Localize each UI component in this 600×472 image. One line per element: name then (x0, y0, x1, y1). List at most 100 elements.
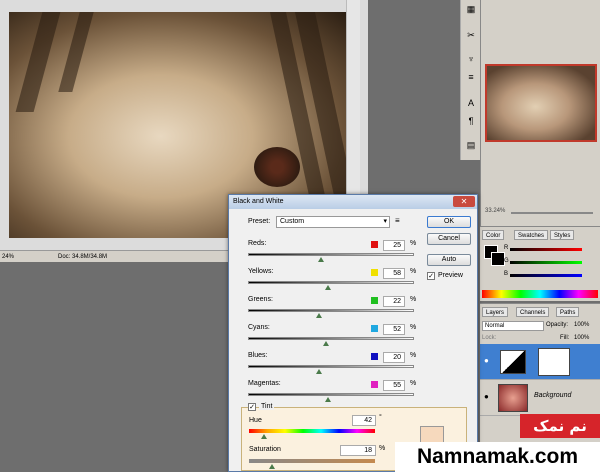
channel-value-input[interactable]: 25 (383, 240, 405, 251)
navigator-panel: 33.24% (480, 0, 600, 226)
red-slider[interactable] (510, 248, 582, 251)
preset-options-icon[interactable]: ≡ (395, 216, 400, 225)
saturation-value[interactable]: 18 (340, 445, 376, 456)
history-icon[interactable]: ▦ (464, 2, 478, 16)
channel-g-label: G (504, 258, 509, 264)
watermark-site-name: Namnamak.com (395, 442, 600, 472)
eye-icon[interactable]: ● (484, 356, 489, 365)
channel-slider[interactable] (248, 281, 414, 284)
channel-color-swatch (371, 353, 378, 360)
adjustment-layer-icon (500, 350, 526, 374)
channel-label: Greens: (248, 296, 273, 303)
channel-color-swatch (371, 325, 378, 332)
channel-color-swatch (371, 269, 378, 276)
fill-label: Fill: (560, 335, 570, 341)
channel-percent: % (410, 296, 417, 303)
hue-label: Hue (249, 417, 262, 424)
channel-percent: % (410, 268, 417, 275)
channel-slider-thumb[interactable] (324, 397, 331, 402)
channel-label: Cyans: (248, 324, 270, 331)
preview-checkbox[interactable]: ✓ (427, 272, 435, 280)
character-icon[interactable]: A (464, 96, 478, 110)
blend-mode-select[interactable]: Normal (482, 321, 544, 331)
photo-plank (58, 12, 94, 92)
channel-slider[interactable] (248, 365, 414, 368)
channel-slider-thumb[interactable] (316, 369, 323, 374)
panel-toolstrip: ▦ ✂ ♆ ≡ A ¶ ▤ (460, 0, 480, 160)
saturation-label: Saturation (249, 446, 281, 453)
channel-slider[interactable] (248, 393, 414, 396)
ok-button[interactable]: OK (427, 216, 471, 228)
background-layer-thumbnail (498, 384, 528, 412)
tab-channels[interactable]: Channels (516, 307, 550, 317)
channel-slider[interactable] (248, 253, 414, 256)
tab-paths[interactable]: Paths (556, 307, 580, 317)
green-slider[interactable] (510, 261, 582, 264)
blue-slider[interactable] (510, 274, 582, 277)
hue-value[interactable]: 42 (352, 415, 376, 426)
opacity-value[interactable]: 100% (574, 322, 589, 328)
preset-value: Custom (280, 218, 305, 225)
layer-row-background[interactable]: ● Background (480, 380, 600, 416)
channel-slider-thumb[interactable] (324, 285, 331, 290)
channel-label: Blues: (248, 352, 268, 359)
layer-row-adjustment[interactable]: ● (480, 344, 600, 380)
channel-color-swatch (371, 381, 378, 388)
color-spectrum-bar[interactable] (482, 290, 598, 298)
preset-label: Preset: (248, 218, 271, 225)
channel-slider[interactable] (248, 337, 414, 340)
color-panel: Color Swatches Styles R G B (480, 226, 600, 301)
opacity-label: Opacity: (546, 322, 569, 328)
tint-checkbox[interactable]: ✓ (248, 403, 256, 411)
channel-label: Yellows: (248, 268, 274, 275)
navigator-thumbnail[interactable] (485, 64, 597, 142)
channel-r-label: R (504, 245, 509, 251)
channel-value-input[interactable]: 55 (383, 380, 405, 391)
channel-value-input[interactable]: 20 (383, 352, 405, 363)
clone-icon[interactable]: ≡ (464, 70, 478, 84)
saturation-slider[interactable] (249, 459, 375, 463)
eye-icon[interactable]: ● (484, 392, 489, 401)
tab-layers[interactable]: Layers (482, 307, 509, 317)
hue-slider[interactable] (249, 429, 375, 433)
tab-color[interactable]: Color (482, 230, 505, 240)
channel-slider-thumb[interactable] (316, 313, 323, 318)
watermark-logo-arabic: نم نمک (520, 414, 600, 438)
close-icon[interactable]: ✕ (453, 196, 475, 207)
background-color-swatch[interactable] (491, 252, 505, 266)
photo-plank (15, 12, 61, 112)
channel-value-input[interactable]: 22 (383, 296, 405, 307)
saturation-percent: % (379, 445, 386, 452)
preset-dropdown[interactable]: Custom ▾ (276, 216, 390, 228)
channel-percent: % (410, 324, 417, 331)
navigator-zoom-slider[interactable] (511, 212, 593, 214)
cancel-button[interactable]: Cancel (427, 233, 471, 245)
black-and-white-dialog: Black and White ✕ Preset: Custom ▾ ≡ OK … (228, 194, 478, 472)
tools-icon[interactable]: ✂ (464, 28, 478, 42)
layer-mask-thumbnail[interactable] (538, 348, 570, 376)
tab-styles[interactable]: Styles (550, 230, 575, 240)
channel-label: Magentas: (248, 380, 281, 387)
chevron-down-icon: ▾ (383, 218, 387, 225)
saturation-slider-thumb[interactable] (268, 464, 275, 469)
channel-slider-thumb[interactable] (318, 257, 325, 262)
info-icon[interactable]: ▤ (464, 138, 478, 152)
background-layer-name[interactable]: Background (534, 392, 571, 399)
brush-icon[interactable]: ♆ (464, 52, 478, 66)
lock-label: Lock: (482, 335, 497, 341)
paragraph-icon[interactable]: ¶ (464, 114, 478, 128)
channel-percent: % (410, 380, 417, 387)
channel-value-input[interactable]: 58 (383, 268, 405, 279)
channel-value-input[interactable]: 52 (383, 324, 405, 335)
fill-value[interactable]: 100% (574, 335, 589, 341)
tab-swatches[interactable]: Swatches (514, 230, 549, 240)
status-zoom[interactable]: 24% (2, 251, 14, 263)
channel-slider[interactable] (248, 309, 414, 312)
preview-label: Preview (438, 272, 463, 279)
hue-slider-thumb[interactable] (260, 434, 267, 439)
auto-button[interactable]: Auto (427, 254, 471, 266)
channel-slider-thumb[interactable] (323, 341, 330, 346)
navigator-zoom-value[interactable]: 33.24% (485, 208, 505, 214)
flower-in-hair (254, 147, 300, 187)
channel-percent: % (410, 240, 417, 247)
